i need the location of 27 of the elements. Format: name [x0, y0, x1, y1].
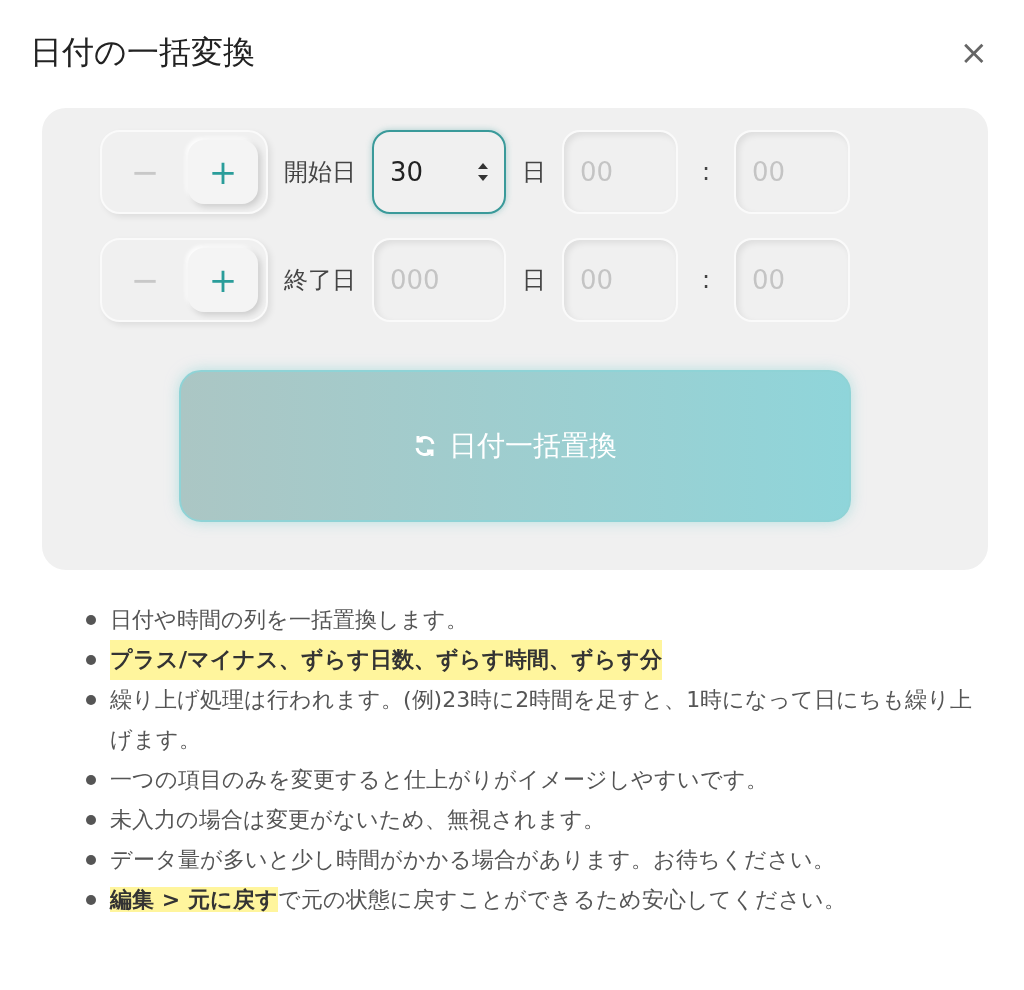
dialog-title: 日付の一括変換 — [30, 32, 255, 73]
note-text: 編集 > 元に戻すで元の状態に戻すことができるため安心してください。 — [110, 886, 846, 914]
sign-button[interactable]: + — [187, 248, 258, 312]
bullet-icon — [86, 655, 96, 665]
note-text: プラス/マイナス、ずらす日数、ずらす時間、ずらす分 — [110, 640, 663, 680]
sign-button[interactable]: + — [187, 140, 258, 204]
replace-button[interactable]: 日付一括置換 — [179, 370, 851, 522]
refresh-icon — [413, 434, 437, 458]
bullet-icon — [86, 775, 96, 785]
bullet-icon — [86, 855, 96, 865]
unit-label: 日 — [521, 265, 546, 296]
time-separator: : — [701, 157, 711, 188]
bullet-icon — [86, 815, 96, 825]
bullet-icon — [86, 895, 96, 905]
note-text: 未入力の場合は変更がないため、無視されます。 — [110, 806, 605, 834]
row-label: 開始日 — [283, 157, 356, 188]
unit-label: 日 — [521, 157, 546, 188]
bullet-icon — [86, 615, 96, 625]
number-field[interactable]: 30 — [371, 130, 506, 214]
note-text: データ量が多いと少し時間がかかる場合があります。お待ちください。 — [110, 846, 835, 874]
note-text: 繰り上げ処理は行われます。(例)23時に2時間を足すと、1時になって日にちも繰り上げます。 — [110, 686, 974, 754]
row-label: 終了日 — [283, 265, 356, 296]
note-text: 日付や時間の列を一括置換します。 — [110, 606, 468, 634]
note-text: 一つの項目のみを変更すると仕上がりがイメージしやすいです。 — [110, 766, 768, 794]
bullet-icon — [86, 695, 96, 705]
time-separator: : — [701, 265, 711, 296]
close-button[interactable]: × — [959, 35, 988, 69]
